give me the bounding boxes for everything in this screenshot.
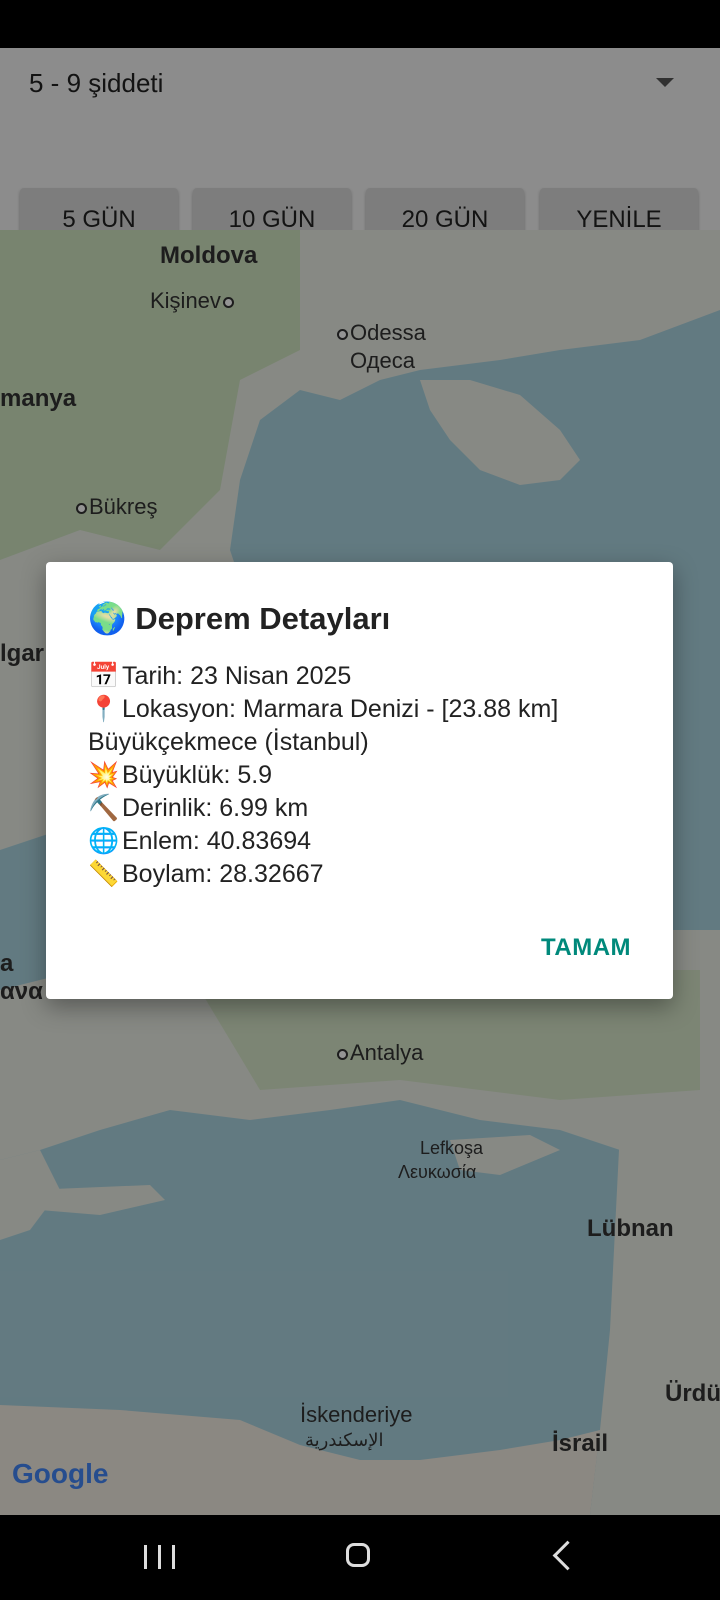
detail-location-text: Lokasyon: Marmara Denizi - [23.88 km] Bü…: [88, 695, 559, 756]
detail-longitude-text: Boylam: 28.32667: [122, 860, 324, 888]
detail-location: 📍 Lokasyon: Marmara Denizi - [23.88 km] B…: [88, 693, 648, 759]
detail-depth-text: Derinlik: 6.99 km: [122, 794, 309, 822]
ruler-icon: 📏: [88, 860, 120, 888]
earthquake-details-dialog: 🌍 Deprem Detayları 📅 Tarih: 23 Nisan 2025…: [46, 562, 673, 999]
pick-icon: ⛏️: [88, 794, 120, 822]
globe-icon: 🌍: [88, 601, 127, 636]
globe-meridians-icon: 🌐: [88, 827, 120, 855]
status-bar: [0, 0, 720, 48]
detail-longitude: 📏 Boylam: 28.32667: [88, 858, 648, 891]
home-icon[interactable]: [330, 1535, 390, 1581]
detail-date: 📅 Tarih: 23 Nisan 2025: [88, 660, 648, 693]
collision-icon: 💥: [88, 761, 120, 789]
detail-date-text: Tarih: 23 Nisan 2025: [122, 662, 352, 690]
dialog-title: 🌍 Deprem Detayları: [88, 600, 390, 637]
calendar-icon: 📅: [88, 662, 120, 690]
detail-magnitude-text: Büyüklük: 5.9: [122, 761, 273, 789]
pin-icon: 📍: [88, 695, 120, 723]
detail-depth: ⛏️ Derinlik: 6.99 km: [88, 792, 648, 825]
recents-icon[interactable]: [130, 1535, 190, 1581]
back-icon[interactable]: [535, 1535, 595, 1581]
ok-button[interactable]: TAMAM: [526, 924, 646, 972]
dialog-title-text: Deprem Detayları: [135, 601, 391, 636]
detail-latitude: 🌐 Enlem: 40.83694: [88, 825, 648, 858]
dialog-body: 📅 Tarih: 23 Nisan 2025 📍 Lokasyon: Marmara…: [88, 660, 648, 891]
system-navigation-bar: [0, 1515, 720, 1600]
detail-magnitude: 💥 Büyüklük: 5.9: [88, 759, 648, 792]
detail-latitude-text: Enlem: 40.83694: [122, 827, 312, 855]
